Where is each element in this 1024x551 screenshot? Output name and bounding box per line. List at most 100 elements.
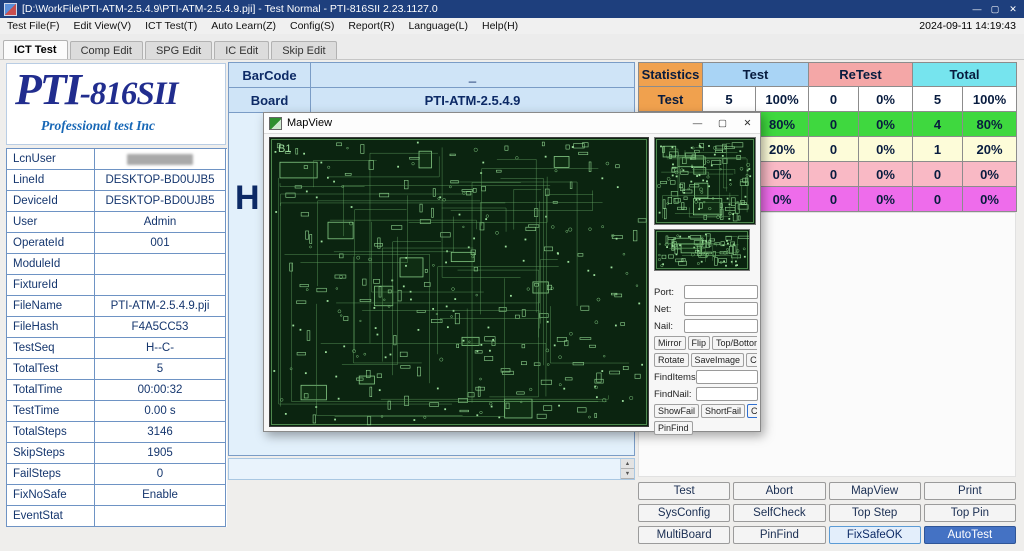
board-id-label: B1 <box>278 143 291 155</box>
info-label-testtime: TestTime <box>7 401 95 422</box>
stats-header-retest: ReTest <box>809 63 913 87</box>
abort-button[interactable]: Abort <box>733 482 825 500</box>
minimize-icon[interactable]: — <box>968 2 986 16</box>
print-button[interactable]: Print <box>924 482 1016 500</box>
multiboard-button[interactable]: MultiBoard <box>638 526 730 544</box>
info-label-fixnosafe: FixNoSafe <box>7 485 95 506</box>
find-nail-input[interactable] <box>696 387 758 401</box>
pinfind-row: PinFind <box>654 421 757 435</box>
menu-edit-view-v[interactable]: Edit View(V) <box>67 18 139 34</box>
menu-language-l[interactable]: Language(L) <box>401 18 475 34</box>
net-input[interactable] <box>684 302 758 316</box>
maximize-icon[interactable]: ▢ <box>986 2 1004 16</box>
barcode-label: BarCode <box>229 63 311 87</box>
info-value-fixnosafe: Enable <box>95 485 226 506</box>
pinfind-button[interactable]: PinFind <box>733 526 825 544</box>
pinfind-mapview-button[interactable]: PinFind <box>654 421 693 435</box>
window-controls: — ▢ ✕ <box>968 2 1022 16</box>
menu-config-s[interactable]: Config(S) <box>283 18 341 34</box>
autotest-button[interactable]: AutoTest <box>924 526 1016 544</box>
mapview-button[interactable]: MapView <box>829 482 921 500</box>
scroll-up-icon[interactable]: ▲ <box>621 459 634 469</box>
stats-row-1-cell-3: 0% <box>859 112 913 137</box>
info-value-lcnuser <box>95 149 226 170</box>
stats-row-1-cell-1: 80% <box>756 112 809 137</box>
brand-text: PTI-816SII <box>15 64 177 115</box>
mapview-side-panel: Port:Net:Nail: MirrorFlipTop/Bottom Rota… <box>654 137 758 429</box>
top-bottom-button[interactable]: Top/Bottom <box>712 336 757 350</box>
scroll-down-icon[interactable]: ▼ <box>621 469 634 479</box>
menu-report-r[interactable]: Report(R) <box>341 18 401 34</box>
info-value-totaltest: 5 <box>95 359 226 380</box>
stats-row-2-cell-5: 20% <box>963 137 1017 162</box>
barcode-row: BarCode _ <box>229 63 634 88</box>
info-value-totalsteps: 3146 <box>95 422 226 443</box>
stats-row-2-cell-4: 1 <box>913 137 963 162</box>
rotate-button[interactable]: Rotate <box>654 353 689 367</box>
stats-row-4-cell-2: 0 <box>809 187 859 212</box>
saveimage-button[interactable]: SaveImage <box>691 353 745 367</box>
tab-ict-test[interactable]: ICT Test <box>3 40 68 59</box>
stats-row-4-cell-3: 0% <box>859 187 913 212</box>
mapview-titlebar[interactable]: MapView — ▢ ✕ <box>264 113 760 134</box>
find-nail-row: FindNail: <box>654 387 758 401</box>
info-label-totalsteps: TotalSteps <box>7 422 95 443</box>
mapview-maximize-icon[interactable]: ▢ <box>710 113 735 133</box>
tab-skip-edit[interactable]: Skip Edit <box>271 41 336 59</box>
mapview-close-icon[interactable]: ✕ <box>735 113 760 133</box>
info-value-operateid: 001 <box>95 233 226 254</box>
tab-spg-edit[interactable]: SPG Edit <box>145 41 212 59</box>
port-input[interactable] <box>684 285 758 299</box>
mirror-button[interactable]: Mirror <box>654 336 686 350</box>
app-icon <box>4 3 17 16</box>
flip-button[interactable]: Flip <box>688 336 711 350</box>
info-label-totaltime: TotalTime <box>7 380 95 401</box>
top-step-button[interactable]: Top Step <box>829 504 921 522</box>
tab-ic-edit[interactable]: IC Edit <box>214 41 269 59</box>
net-label: Net: <box>654 304 684 315</box>
tab-comp-edit[interactable]: Comp Edit <box>70 41 143 59</box>
message-scrollbar[interactable]: ▲ ▼ <box>620 459 634 479</box>
menu-help-h[interactable]: Help(H) <box>475 18 525 34</box>
nail-row: Nail: <box>654 319 758 333</box>
nail-input[interactable] <box>684 319 758 333</box>
info-value-deviceid: DESKTOP-BD0UJB5 <box>95 191 226 212</box>
close-icon[interactable]: ✕ <box>1004 2 1022 16</box>
clear-button[interactable]: Clear <box>747 404 757 418</box>
stats-row-0-cell-1: 100% <box>756 87 809 112</box>
mapview-window: MapView — ▢ ✕ B1 Port:Net:Nail: MirrorFl… <box>263 112 761 432</box>
info-label-filehash: FileHash <box>7 317 95 338</box>
find-items-input[interactable] <box>696 370 758 384</box>
fixsafeok-button[interactable]: FixSafeOK <box>829 526 921 544</box>
titlebar: [D:\WorkFile\PTI-ATM-2.5.4.9\PTI-ATM-2.5… <box>0 0 1024 18</box>
test-button[interactable]: Test <box>638 482 730 500</box>
color-button[interactable]: Color <box>746 353 757 367</box>
action-button-grid: TestAbortMapViewPrintSysConfigSelfCheckT… <box>638 482 1016 544</box>
info-label-lineid: LineId <box>7 170 95 191</box>
menubar: Test File(F)Edit View(V)ICT Test(T)Auto … <box>0 18 1024 35</box>
barcode-input[interactable]: _ <box>311 63 634 87</box>
sysconfig-button[interactable]: SysConfig <box>638 504 730 522</box>
pcb-thumbnail-bottom[interactable] <box>654 229 750 271</box>
info-label-user: User <box>7 212 95 233</box>
pcb-map[interactable] <box>270 138 648 426</box>
info-value-testseq: H--C- <box>95 338 226 359</box>
selfcheck-button[interactable]: SelfCheck <box>733 504 825 522</box>
info-label-filename: FileName <box>7 296 95 317</box>
mapview-icon <box>269 117 282 130</box>
stats-row-0-cell-5: 100% <box>963 87 1017 112</box>
shortfail-button[interactable]: ShortFail <box>701 404 745 418</box>
top-pin-button[interactable]: Top Pin <box>924 504 1016 522</box>
pcb-thumbnail-top[interactable] <box>654 137 756 225</box>
nail-label: Nail: <box>654 321 684 332</box>
menu-ict-test-t[interactable]: ICT Test(T) <box>138 18 204 34</box>
menu-test-file-f[interactable]: Test File(F) <box>0 18 67 34</box>
stats-header-total: Total <box>913 63 1017 87</box>
stats-row-3-cell-5: 0% <box>963 162 1017 187</box>
mapview-minimize-icon[interactable]: — <box>685 113 710 133</box>
pcb-map-canvas[interactable]: B1 <box>269 137 649 427</box>
menu-auto-learn-z[interactable]: Auto Learn(Z) <box>204 18 283 34</box>
showfail-button[interactable]: ShowFail <box>654 404 699 418</box>
window-title: [D:\WorkFile\PTI-ATM-2.5.4.9\PTI-ATM-2.5… <box>22 3 438 15</box>
mapview-title: MapView <box>287 117 332 129</box>
